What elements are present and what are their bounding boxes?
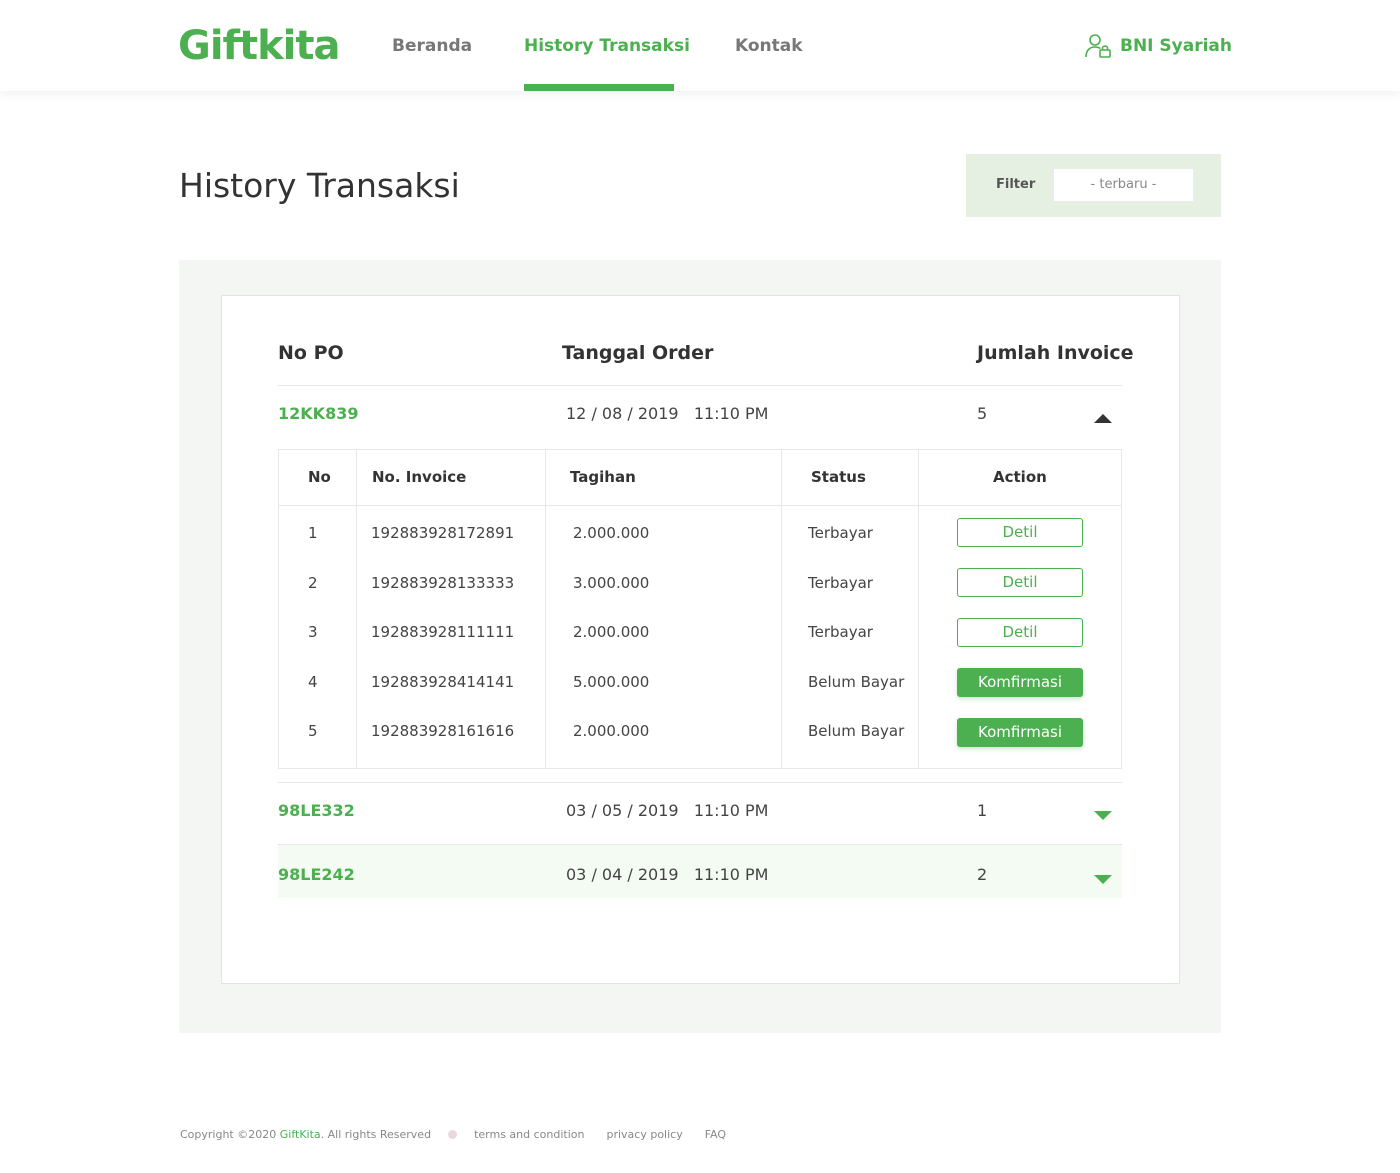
po-number[interactable]: 98LE332	[278, 801, 355, 820]
invoice-status: Terbayar	[808, 574, 873, 592]
invoice-count: 5	[977, 404, 988, 423]
po-number[interactable]: 12KK839	[278, 404, 358, 423]
order-row[interactable]: 12KK839 12 / 08 / 2019 11:10 PM 5	[278, 385, 1122, 447]
invoice-amount: 2.000.000	[573, 524, 650, 542]
invoice-status: Belum Bayar	[808, 673, 905, 691]
po-number[interactable]: 98LE242	[278, 865, 355, 884]
invoice-no: 5	[308, 722, 318, 740]
invoice-status: Terbayar	[808, 524, 873, 542]
invoice-amount: 2.000.000	[573, 623, 650, 641]
privacy-link[interactable]: privacy policy	[606, 1128, 682, 1141]
column-divider	[781, 450, 782, 768]
filter-label: Filter	[996, 177, 1036, 192]
nav-history-transaksi[interactable]: History Transaksi	[524, 34, 690, 58]
copyright-prefix: Copyright ©2020	[180, 1127, 280, 1141]
column-divider	[918, 450, 919, 768]
transaction-card: No PO Tanggal Order Jumlah Invoice 12KK8…	[221, 295, 1180, 984]
active-nav-indicator	[524, 84, 674, 91]
order-date: 12 / 08 / 2019 11:10 PM	[566, 404, 769, 423]
filter-select[interactable]: - terbaru -	[1054, 169, 1193, 201]
invoice-header-no: No	[308, 468, 331, 486]
separator-dot	[448, 1129, 458, 1139]
invoice-table: No No. Invoice Tagihan Status Action 1 1…	[278, 449, 1122, 769]
collapse-toggle[interactable]	[1088, 408, 1118, 428]
logo[interactable]: Giftkita	[178, 18, 340, 74]
user-menu[interactable]: BNI Syariah	[1085, 32, 1232, 60]
faq-link[interactable]: FAQ	[705, 1128, 726, 1141]
order-row[interactable]: 98LE332 03 / 05 / 2019 11:10 PM 1	[278, 782, 1122, 844]
invoice-number: 192883928161616	[371, 722, 515, 740]
caret-up-icon	[1094, 413, 1112, 423]
nav-beranda[interactable]: Beranda	[392, 34, 472, 58]
terms-link[interactable]: terms and condition	[474, 1128, 584, 1141]
expand-toggle[interactable]	[1088, 805, 1118, 825]
order-date: 03 / 05 / 2019 11:10 PM	[566, 801, 769, 820]
invoice-header-status: Status	[811, 468, 866, 486]
invoice-no: 4	[308, 673, 318, 691]
invoice-status: Terbayar	[808, 623, 873, 641]
header-divider	[279, 505, 1121, 506]
user-name: BNI Syariah	[1120, 36, 1233, 56]
detil-button[interactable]: Detil	[957, 568, 1083, 597]
footer-brand[interactable]: GiftKita	[280, 1128, 321, 1141]
invoice-header-tagihan: Tagihan	[570, 468, 636, 486]
invoice-number: 192883928414141	[371, 673, 515, 691]
filter-box: Filter - terbaru -	[966, 154, 1221, 217]
detil-button[interactable]: Detil	[957, 518, 1083, 547]
column-divider	[545, 450, 546, 768]
invoice-number: 192883928133333	[371, 574, 515, 592]
invoice-number: 192883928111111	[371, 623, 515, 641]
komfirmasi-button[interactable]: Komfirmasi	[957, 718, 1083, 747]
footer: Copyright ©2020 GiftKita . All rights Re…	[180, 1126, 748, 1142]
komfirmasi-button[interactable]: Komfirmasi	[957, 668, 1083, 697]
invoice-amount: 5.000.000	[573, 673, 650, 691]
caret-down-icon	[1094, 874, 1112, 884]
invoice-amount: 3.000.000	[573, 574, 650, 592]
page-title: History Transaksi	[179, 166, 460, 205]
nav-kontak[interactable]: Kontak	[735, 34, 803, 58]
detil-button[interactable]: Detil	[957, 618, 1083, 647]
invoice-no: 1	[308, 524, 318, 542]
invoice-status: Belum Bayar	[808, 722, 905, 740]
user-lock-icon	[1085, 33, 1112, 59]
caret-down-icon	[1094, 810, 1112, 820]
order-date: 03 / 04 / 2019 11:10 PM	[566, 865, 769, 884]
invoice-no: 2	[308, 574, 318, 592]
header-tanggal-order: Tanggal Order	[562, 342, 714, 364]
invoice-header-number: No. Invoice	[372, 468, 467, 486]
transaction-panel: No PO Tanggal Order Jumlah Invoice 12KK8…	[179, 260, 1221, 1033]
invoice-number: 192883928172891	[371, 524, 515, 542]
invoice-count: 1	[977, 801, 988, 820]
column-divider	[356, 450, 357, 768]
copyright-suffix: . All rights Reserved	[320, 1127, 432, 1141]
invoice-no: 3	[308, 623, 318, 641]
header-jumlah-invoice: Jumlah Invoice	[977, 342, 1134, 364]
order-row[interactable]: 98LE242 03 / 04 / 2019 11:10 PM 2	[278, 844, 1122, 898]
expand-toggle[interactable]	[1088, 869, 1118, 889]
invoice-count: 2	[977, 865, 988, 884]
invoice-header-action: Action	[993, 468, 1047, 486]
header-no-po: No PO	[278, 342, 344, 364]
invoice-amount: 2.000.000	[573, 722, 650, 740]
top-navbar: Giftkita Beranda History Transaksi Konta…	[0, 0, 1400, 91]
